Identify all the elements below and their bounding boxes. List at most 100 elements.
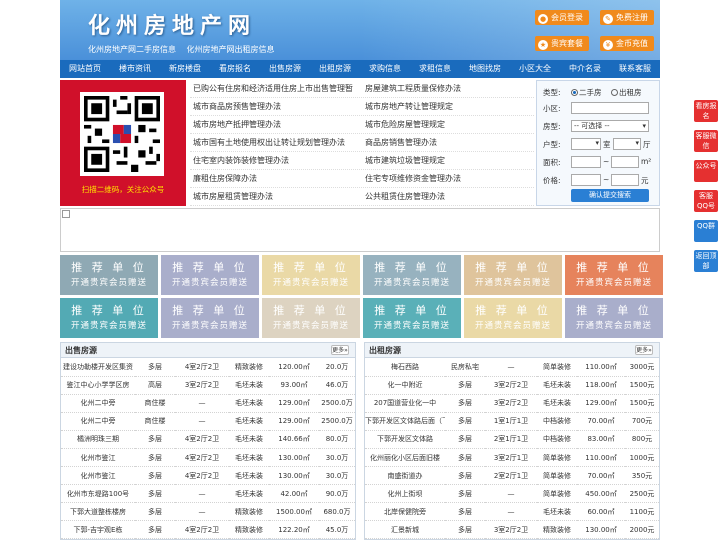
- nav-item[interactable]: 联系客服: [610, 60, 660, 78]
- table-row[interactable]: 汇景新城 多层 3室2厅2卫 精致装修 130.00㎡ 2000元: [365, 520, 659, 540]
- sidebar-button[interactable]: 公众号: [694, 160, 718, 182]
- vip-package-button[interactable]: ★ 贵宾套餐: [535, 36, 589, 51]
- recommend-tile[interactable]: 推 荐 单 位开通贵宾会员赠送: [262, 298, 360, 338]
- sale-table: 建设功勒楼开发区集资 多层 4室2厅2卫 精致装修 120.00㎡ 20.0万 鉴江中心小学…: [61, 358, 355, 540]
- sidebar-button[interactable]: QQ群: [694, 220, 718, 242]
- rent-panel-header: 出租房源 更多»: [365, 343, 659, 358]
- table-cell: 129.00㎡: [269, 412, 319, 431]
- table-row[interactable]: 下郭开发区文体路 多层 2室1厅1卫 中档装修 83.00㎡ 800元: [365, 430, 659, 449]
- nav-item[interactable]: 地图找房: [460, 60, 510, 78]
- policy-link[interactable]: 城市房地产抵押管理办法: [190, 116, 362, 133]
- table-cell: 4室2厅2卫: [175, 520, 229, 540]
- table-row[interactable]: 化一中附近 多层 3室2厅2卫 毛坯未装 118.00㎡ 1500元: [365, 376, 659, 395]
- type-radio-rent[interactable]: 出租房: [611, 87, 642, 98]
- rent-more-link[interactable]: 更多»: [635, 345, 653, 355]
- table-row[interactable]: 橘洲明珠三期 多层 4室2厅2卫 毛坯未装 140.66㎡ 80.0万: [61, 430, 355, 449]
- table-cell: 多层: [445, 466, 485, 486]
- type-radio-secondhand[interactable]: 二手房: [571, 87, 602, 98]
- coin-recharge-button[interactable]: ¥ 金币充值: [600, 36, 654, 51]
- table-cell: 30.0万: [319, 448, 355, 468]
- policy-link[interactable]: 城市商品房预售管理办法: [190, 98, 362, 115]
- policy-link[interactable]: 已购公有住房和经济适用住房上市出售管理暂: [190, 80, 362, 97]
- nav-item[interactable]: 楼市资讯: [110, 60, 160, 78]
- policy-link[interactable]: 城市国有土地使用权出让转让规划管理办法: [190, 134, 362, 151]
- policy-link[interactable]: 城市危险房屋管理规定: [362, 116, 534, 133]
- policy-link[interactable]: 廉租住房保障办法: [190, 170, 362, 187]
- table-row[interactable]: 下郭大道整栋楼房 多层 — 精致装修 1500.00㎡ 680.0万: [61, 502, 355, 522]
- policy-link[interactable]: 住宅专项维修资金管理办法: [362, 170, 534, 187]
- recommend-tile[interactable]: 推 荐 单 位开通贵宾会员赠送: [161, 298, 259, 338]
- sidebar-button[interactable]: 客服QQ号: [694, 190, 718, 212]
- table-row[interactable]: 化州市东堤路100号 多层 — 毛坯未装 42.00㎡ 90.0万: [61, 484, 355, 504]
- community-input[interactable]: [571, 102, 649, 114]
- nav-item[interactable]: 求购信息: [360, 60, 410, 78]
- recommend-tile[interactable]: 推 荐 单 位开通贵宾会员赠送: [363, 298, 461, 338]
- recommend-tile[interactable]: 推 荐 单 位开通贵宾会员赠送: [464, 298, 562, 338]
- table-cell: 多层: [135, 358, 175, 377]
- table-cell: 93.00㎡: [269, 376, 319, 395]
- table-row[interactable]: 化州二中旁 商住楼 — 毛坯未装 129.00㎡ 2500.0万: [61, 412, 355, 431]
- table-row[interactable]: 梅石西路 民房私宅 — 简单装修 110.00㎡ 3000元: [365, 358, 659, 377]
- sale-panel-title: 出售房源: [65, 346, 97, 355]
- area-min-input[interactable]: [571, 156, 601, 168]
- table-row[interactable]: 南盛街道办 多层 2室2厅1卫 简单装修 70.00㎡ 350元: [365, 466, 659, 486]
- policy-link[interactable]: 城市房屋租赁管理办法: [190, 188, 362, 205]
- policy-link[interactable]: 住宅室内装饰装修管理办法: [190, 152, 362, 169]
- table-row[interactable]: 建设功勒楼开发区集资 多层 4室2厅2卫 精致装修 120.00㎡ 20.0万: [61, 358, 355, 377]
- table-row[interactable]: 下郭开发区文体路后面（下郭多层1室1厅1卫中档装修70.00㎡700元: [365, 412, 659, 431]
- nav-item[interactable]: 网站首页: [60, 60, 110, 78]
- table-cell: 700元: [625, 412, 659, 431]
- table-cell: 简单装修: [537, 448, 577, 468]
- sale-more-link[interactable]: 更多»: [331, 345, 349, 355]
- sidebar-button[interactable]: 返回顶部: [694, 250, 718, 272]
- hall-select[interactable]: ▾: [613, 138, 641, 150]
- recommend-tile[interactable]: 推 荐 单 位开通贵宾会员赠送: [565, 298, 663, 338]
- ad-banner[interactable]: [60, 208, 660, 252]
- table-row[interactable]: 化州丽化小区后面旧楼 多层 3室2厅1卫 简单装修 110.00㎡ 1000元: [365, 448, 659, 468]
- nav-item[interactable]: 求租信息: [410, 60, 460, 78]
- room-select[interactable]: ▾: [571, 138, 601, 150]
- policy-link[interactable]: 商品房销售管理办法: [362, 134, 534, 151]
- table-cell: 350元: [625, 466, 659, 486]
- area-max-input[interactable]: [611, 156, 639, 168]
- price-max-input[interactable]: [611, 174, 639, 186]
- table-row[interactable]: 化州二中旁 商住楼 — 毛坯未装 129.00㎡ 2500.0万: [61, 394, 355, 413]
- recommend-tile[interactable]: 推 荐 单 位开通贵宾会员赠送: [262, 255, 360, 295]
- site-title[interactable]: 化州房地产网: [88, 8, 256, 40]
- nav-item[interactable]: 看房报名: [210, 60, 260, 78]
- table-row[interactable]: 鉴江中心小学学区房 高层 3室2厅2卫 毛坯未装 93.00㎡ 46.0万: [61, 376, 355, 395]
- table-row[interactable]: 下郭-吉宇观E栋 多层 4室2厅2卫 精致装修 122.20㎡ 45.0万: [61, 520, 355, 540]
- subtitle-rent[interactable]: 化州房地产网出租房信息: [187, 45, 275, 54]
- login-button[interactable]: ● 会员登录: [535, 10, 589, 25]
- nav-item[interactable]: 出租房源: [310, 60, 360, 78]
- policy-link[interactable]: 城市房地产转让管理规定: [362, 98, 534, 115]
- property-select[interactable]: -- 可选择 -- ▾: [571, 120, 649, 132]
- subtitle-sale[interactable]: 化州房地产网二手房信息: [88, 45, 176, 54]
- table-cell: 2500元: [625, 484, 659, 504]
- recommend-tile[interactable]: 推 荐 单 位开通贵宾会员赠送: [565, 255, 663, 295]
- nav-item[interactable]: 小区大全: [510, 60, 560, 78]
- table-row[interactable]: 化州市鉴江 多层 4室2厅2卫 毛坯未装 130.00㎡ 30.0万: [61, 448, 355, 468]
- policy-link[interactable]: 公共租赁住房管理办法: [362, 188, 534, 205]
- recommend-tile[interactable]: 推 荐 单 位开通贵宾会员赠送: [161, 255, 259, 295]
- search-submit-button[interactable]: 确认提交搜索: [571, 189, 649, 202]
- table-row[interactable]: 化州上街坝 多层 — 简单装修 450.00㎡ 2500元: [365, 484, 659, 504]
- policy-link[interactable]: 房屋建筑工程质量保修办法: [362, 80, 534, 97]
- recommend-tile[interactable]: 推 荐 单 位开通贵宾会员赠送: [60, 255, 158, 295]
- table-row[interactable]: 207国道营业化一中 多层 3室2厅2卫 毛坯未装 129.00㎡ 1500元: [365, 394, 659, 413]
- sidebar-button[interactable]: 客服微信: [694, 130, 718, 152]
- nav-item[interactable]: 中介名录: [560, 60, 610, 78]
- table-cell: 中档装修: [537, 430, 577, 449]
- table-cell: 下郭开发区文体路后面（下郭: [365, 412, 445, 431]
- sidebar-button[interactable]: 看房报名: [694, 100, 718, 122]
- recommend-tile[interactable]: 推 荐 单 位开通贵宾会员赠送: [464, 255, 562, 295]
- table-row[interactable]: 化州市鉴江 多层 4室2厅2卫 毛坯未装 130.00㎡ 30.0万: [61, 466, 355, 486]
- nav-item[interactable]: 出售房源: [260, 60, 310, 78]
- recommend-tile[interactable]: 推 荐 单 位开通贵宾会员赠送: [60, 298, 158, 338]
- price-min-input[interactable]: [571, 174, 601, 186]
- register-button[interactable]: ✎ 免费注册: [600, 10, 654, 25]
- nav-item[interactable]: 新房楼盘: [160, 60, 210, 78]
- table-row[interactable]: 北岸保健院旁 多层 — 毛坯未装 60.00㎡ 1100元: [365, 502, 659, 522]
- recommend-tile[interactable]: 推 荐 单 位开通贵宾会员赠送: [363, 255, 461, 295]
- policy-link[interactable]: 城市建筑垃圾管理规定: [362, 152, 534, 169]
